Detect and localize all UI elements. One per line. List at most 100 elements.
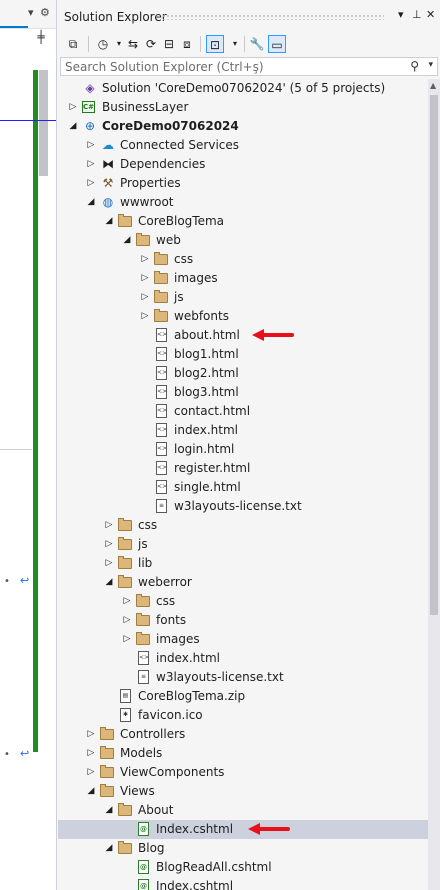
tree-item-node[interactable]: ▷ css xyxy=(58,592,428,611)
tree-item-file[interactable]: @ Index.cshtml xyxy=(58,820,428,839)
chevron-down-icon[interactable]: ▾ xyxy=(226,35,244,53)
text-file-icon: ≡ xyxy=(136,670,152,685)
search-options-dropdown-icon[interactable]: ▾ xyxy=(428,60,433,70)
collapse-arrow-icon[interactable]: ▷ xyxy=(104,556,114,571)
collapse-arrow-icon[interactable]: ▷ xyxy=(104,518,114,533)
scroll-up-icon[interactable]: ▲ xyxy=(430,81,436,90)
tree-item-node[interactable]: ▷ ⚒ Properties xyxy=(58,174,428,193)
tree-item-file[interactable]: ≡ w3layouts-license.txt xyxy=(58,497,428,516)
tree-item-file[interactable]: ▤ CoreBlogTema.zip xyxy=(58,687,428,706)
sync-with-document-icon[interactable]: ⇆ xyxy=(124,35,142,53)
collapse-arrow-icon[interactable]: ▷ xyxy=(68,100,78,115)
tree-item-label: Blog xyxy=(138,841,165,855)
tree-item-node[interactable]: ▷ webfonts xyxy=(58,307,428,326)
tree-item-node[interactable]: ▷ lib xyxy=(58,554,428,573)
search-icon[interactable]: ⚲ xyxy=(410,59,419,73)
tree-item-node[interactable]: ▷ images xyxy=(58,630,428,649)
expand-arrow-icon[interactable]: ◢ xyxy=(104,803,114,818)
collapse-arrow-icon[interactable]: ▷ xyxy=(86,765,96,780)
expand-arrow-icon[interactable]: ◢ xyxy=(104,214,114,229)
expand-arrow-icon[interactable]: ◢ xyxy=(86,784,96,799)
tree-item-node[interactable]: ◢ Blog xyxy=(58,839,428,858)
properties-wrench-icon[interactable]: 🔧 xyxy=(248,35,266,53)
tree-item-node[interactable]: ▷ js xyxy=(58,288,428,307)
title-grip[interactable] xyxy=(162,14,384,20)
tree-item-node[interactable]: ◢ ◍ wwwroot xyxy=(58,193,428,212)
search-input[interactable] xyxy=(61,58,409,75)
razor-file-icon: @ xyxy=(136,822,152,837)
tree-item-node[interactable]: ▷ images xyxy=(58,269,428,288)
chevron-down-icon[interactable]: ▾ xyxy=(28,6,34,19)
tree-item-node[interactable]: ◢ CoreBlogTema xyxy=(58,212,428,231)
tree-item-node[interactable]: ▷ Models xyxy=(58,744,428,763)
collapse-arrow-icon[interactable]: ▷ xyxy=(140,271,150,286)
tree-item-node[interactable]: ▷ ☁ Connected Services xyxy=(58,136,428,155)
tree-item-node[interactable]: ▷ ViewComponents xyxy=(58,763,428,782)
split-editor-button[interactable]: ╪ xyxy=(34,30,48,46)
tree-item-file[interactable]: <> blog3.html xyxy=(58,383,428,402)
collapse-arrow-icon[interactable]: ▷ xyxy=(86,727,96,742)
tree-item-node[interactable]: ▷ js xyxy=(58,535,428,554)
tree-item-node[interactable]: ▷ Controllers xyxy=(58,725,428,744)
collapse-arrow-icon[interactable]: ▷ xyxy=(140,252,150,267)
collapse-arrow-icon[interactable]: ▷ xyxy=(122,632,132,647)
expand-arrow-icon[interactable]: ◢ xyxy=(104,575,114,590)
tree-item-file[interactable]: ≡ w3layouts-license.txt xyxy=(58,668,428,687)
close-icon[interactable]: ✕ xyxy=(426,8,435,21)
expand-arrow-icon[interactable]: ◢ xyxy=(104,841,114,856)
tree-item-file[interactable]: <> login.html xyxy=(58,440,428,459)
scrollbar-thumb[interactable] xyxy=(430,95,438,615)
tree-item-label: Dependencies xyxy=(120,157,206,171)
tree-item-file[interactable]: <> about.html xyxy=(58,326,428,345)
collapse-arrow-icon[interactable]: ▷ xyxy=(104,537,114,552)
tree-item-node[interactable]: ◢ About xyxy=(58,801,428,820)
tree-scrollbar[interactable]: ▲ xyxy=(428,79,440,890)
tree-item-file[interactable]: ✱ favicon.ico xyxy=(58,706,428,725)
tree-item-file[interactable]: <> index.html xyxy=(58,649,428,668)
tree-item-file[interactable]: @ BlogReadAll.cshtml xyxy=(58,858,428,877)
tree-item-node[interactable]: ▷ css xyxy=(58,250,428,269)
tree-item-node[interactable]: ◢ Views xyxy=(58,782,428,801)
search-box[interactable]: ⚲ ▾ xyxy=(60,57,438,76)
tree-item-node[interactable]: ▷ fonts xyxy=(58,611,428,630)
expand-arrow-icon[interactable]: ◢ xyxy=(86,195,96,210)
tree-item-file[interactable]: @ Index.cshtml xyxy=(58,877,428,890)
tree-item-file[interactable]: <> blog1.html xyxy=(58,345,428,364)
collapse-to-project-icon[interactable]: ⊡ xyxy=(206,35,224,53)
collapse-arrow-icon[interactable]: ▷ xyxy=(86,157,96,172)
switch-views-icon[interactable]: ⧉ xyxy=(64,35,82,53)
tree-item-node[interactable]: ▷ ⧓ Dependencies xyxy=(58,155,428,174)
tree-item-file[interactable]: <> register.html xyxy=(58,459,428,478)
tree-item-node[interactable]: ▷ C# BusinessLayer xyxy=(58,98,428,117)
tree-item-file[interactable]: <> single.html xyxy=(58,478,428,497)
gear-icon[interactable]: ⚙ xyxy=(40,6,50,19)
tree-item-node[interactable]: ◢ weberror xyxy=(58,573,428,592)
refresh-icon[interactable]: ⟳ xyxy=(142,35,160,53)
tree-item-file[interactable]: ◈ Solution 'CoreDemo07062024' (5 of 5 pro… xyxy=(58,79,428,98)
show-all-files-icon[interactable]: ⧈ xyxy=(178,35,196,53)
expand-arrow-icon[interactable]: ◢ xyxy=(68,119,78,134)
annotation-arrow-icon xyxy=(252,329,294,341)
collapse-arrow-icon[interactable]: ▷ xyxy=(86,138,96,153)
collapse-arrow-icon[interactable]: ▷ xyxy=(140,309,150,324)
tree-item-node[interactable]: ▷ css xyxy=(58,516,428,535)
pin-icon[interactable]: ⊥ xyxy=(412,8,422,21)
tree-item-file[interactable]: <> contact.html xyxy=(58,402,428,421)
editor-scrollbar-thumb[interactable] xyxy=(39,70,48,176)
collapse-arrow-icon[interactable]: ▷ xyxy=(122,613,132,628)
folder-icon xyxy=(100,765,116,780)
collapse-arrow-icon[interactable]: ▷ xyxy=(140,290,150,305)
tree-item-file[interactable]: <> blog2.html xyxy=(58,364,428,383)
window-position-dropdown-icon[interactable]: ▾ xyxy=(398,8,404,21)
collapse-arrow-icon[interactable]: ▷ xyxy=(122,594,132,609)
tree-item-label: blog2.html xyxy=(174,366,239,380)
tree-item-file[interactable]: <> index.html xyxy=(58,421,428,440)
collapse-all-icon[interactable]: ⊟ xyxy=(160,35,178,53)
collapse-arrow-icon[interactable]: ▷ xyxy=(86,176,96,191)
expand-arrow-icon[interactable]: ◢ xyxy=(122,233,132,248)
editor-tab-bar: ▾ ⚙ xyxy=(0,0,56,29)
tree-item-node[interactable]: ◢ web xyxy=(58,231,428,250)
tree-item-node[interactable]: ◢ ⊕ CoreDemo07062024 xyxy=(58,117,428,136)
collapse-arrow-icon[interactable]: ▷ xyxy=(86,746,96,761)
preview-selected-items-icon[interactable]: ▭ xyxy=(268,35,286,53)
